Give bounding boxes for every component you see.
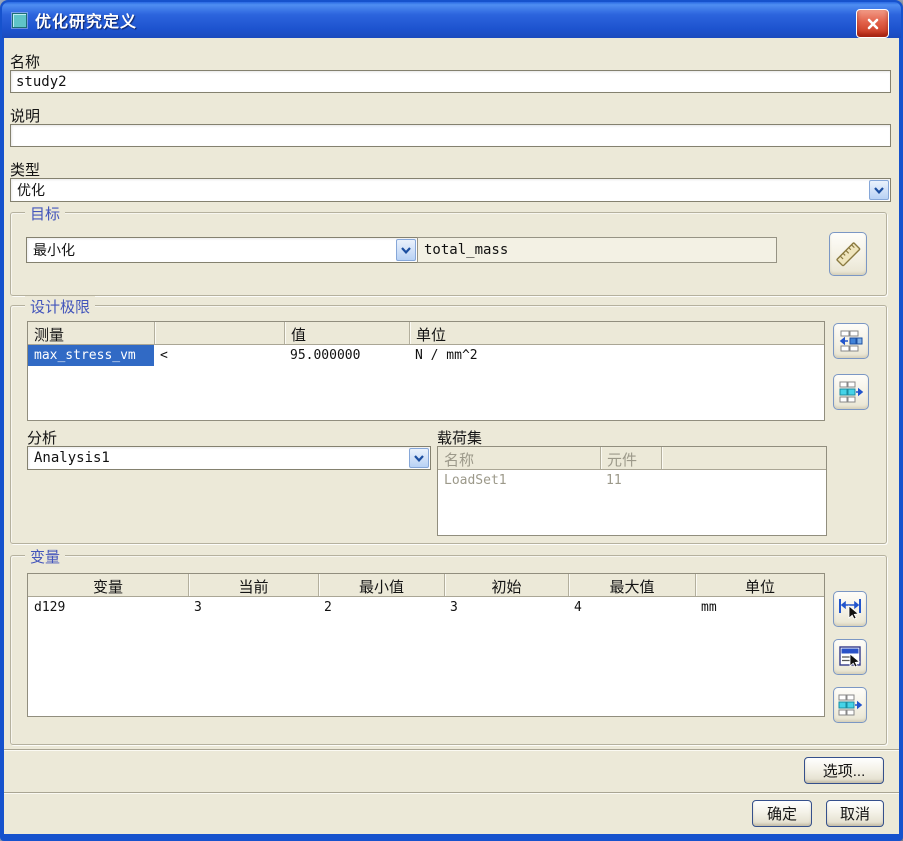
loadset-header: 名称 元件 xyxy=(438,447,826,470)
chevron-down-icon[interactable] xyxy=(409,448,429,468)
unit-cell[interactable]: N / mm^2 xyxy=(409,345,824,366)
ruler-icon xyxy=(836,242,861,267)
close-icon xyxy=(867,18,878,29)
select-from-list-button[interactable] xyxy=(833,639,867,675)
table-row[interactable]: d129 3 2 3 4 mm xyxy=(28,597,824,618)
minimum-cell[interactable]: 2 xyxy=(318,597,444,618)
variable-unit-cell[interactable]: mm xyxy=(695,597,824,618)
current-cell[interactable]: 3 xyxy=(188,597,318,618)
column-header-variable[interactable]: 变量 xyxy=(28,574,188,596)
column-header-blank xyxy=(661,447,826,469)
column-header-initial[interactable]: 初始 xyxy=(444,574,568,596)
loadset-table: 名称 元件 LoadSet1 11 xyxy=(437,446,827,536)
initial-cell[interactable]: 3 xyxy=(444,597,568,618)
select-measure-button[interactable] xyxy=(829,232,867,276)
window-frame: 优化研究定义 名称 说明 类型 优化 xyxy=(0,0,903,841)
chevron-down-icon[interactable] xyxy=(869,180,889,200)
column-header-measure[interactable]: 测量 xyxy=(28,322,154,344)
name-label: 名称 xyxy=(10,54,41,71)
loadset-components-cell: 11 xyxy=(606,473,622,488)
remove-row-icon xyxy=(839,381,864,403)
objective-combobox[interactable]: 最小化 xyxy=(26,237,418,263)
remove-row-icon xyxy=(838,694,863,716)
window-icon xyxy=(12,12,27,28)
loadset-label: 载荷集 xyxy=(437,430,483,447)
type-value: 优化 xyxy=(17,182,45,198)
variables-table: 变量 当前 最小值 初始 最大值 单位 d129 3 2 3 4 mm xyxy=(27,573,825,717)
select-from-list-icon xyxy=(839,646,861,668)
add-row-icon xyxy=(839,330,863,352)
column-header-value[interactable]: 值 xyxy=(284,322,409,344)
select-dimension-icon xyxy=(839,599,861,620)
table-row[interactable]: max_stress_vm < 95.000000 N / mm^2 xyxy=(28,345,824,366)
description-input[interactable] xyxy=(10,124,891,147)
remove-variable-button[interactable] xyxy=(833,687,867,723)
column-header-loadset-components: 元件 xyxy=(600,447,661,469)
column-header-unit[interactable]: 单位 xyxy=(695,574,824,596)
optimization-study-dialog: 优化研究定义 名称 说明 类型 优化 xyxy=(0,0,903,841)
variable-cell[interactable]: d129 xyxy=(28,597,188,618)
separator xyxy=(4,792,899,794)
variables-group-label: 变量 xyxy=(25,546,66,567)
description-label: 说明 xyxy=(10,108,41,125)
window-title: 优化研究定义 xyxy=(35,14,138,31)
name-input[interactable] xyxy=(10,70,891,93)
column-header-operator[interactable] xyxy=(154,322,284,344)
goal-group: 目标 最小化 total_mass xyxy=(10,203,887,296)
dialog-body: 名称 说明 类型 优化 目标 最小化 xyxy=(4,38,899,834)
maximum-cell[interactable]: 4 xyxy=(568,597,695,618)
type-combobox[interactable]: 优化 xyxy=(10,178,891,202)
design-limits-group-label: 设计极限 xyxy=(25,296,96,317)
loadset-name-cell: LoadSet1 xyxy=(444,473,507,488)
options-button[interactable]: 选项... xyxy=(804,757,884,784)
column-header-current[interactable]: 当前 xyxy=(188,574,318,596)
analysis-value: Analysis1 xyxy=(34,450,110,466)
analysis-label: 分析 xyxy=(27,430,58,447)
type-label: 类型 xyxy=(10,162,41,179)
selected-measure-cell[interactable]: max_stress_vm xyxy=(28,345,154,366)
separator xyxy=(4,749,899,751)
cancel-button[interactable]: 取消 xyxy=(826,800,884,827)
design-limits-table: 测量 值 单位 max_stress_vm < 95.000000 N / mm… xyxy=(27,321,825,421)
variables-header: 变量 当前 最小值 初始 最大值 单位 xyxy=(28,574,824,597)
ok-button[interactable]: 确定 xyxy=(752,800,812,827)
goal-group-label: 目标 xyxy=(25,203,66,224)
design-limits-group: 设计极限 测量 值 单位 max_stress_vm < 95.000000 N… xyxy=(10,296,887,544)
column-header-minimum[interactable]: 最小值 xyxy=(318,574,444,596)
goal-measure-field: total_mass xyxy=(417,237,777,263)
close-button[interactable] xyxy=(856,9,889,38)
column-header-loadset-name: 名称 xyxy=(444,452,475,469)
column-header-maximum[interactable]: 最大值 xyxy=(568,574,695,596)
title-bar[interactable]: 优化研究定义 xyxy=(2,2,901,38)
value-cell[interactable]: 95.000000 xyxy=(284,345,409,366)
add-limit-row-button[interactable] xyxy=(833,323,869,359)
objective-value: 最小化 xyxy=(33,242,75,258)
select-dimension-button[interactable] xyxy=(833,591,867,627)
table-row: LoadSet1 11 xyxy=(438,470,826,491)
operator-cell[interactable]: < xyxy=(154,345,284,366)
remove-limit-row-button[interactable] xyxy=(833,374,869,410)
column-header-unit[interactable]: 单位 xyxy=(409,322,824,344)
analysis-combobox[interactable]: Analysis1 xyxy=(27,446,431,470)
variables-group: 变量 变量 当前 最小值 初始 最大值 单位 d129 3 2 3 4 mm xyxy=(10,546,887,745)
chevron-down-icon[interactable] xyxy=(396,239,416,261)
design-limits-header: 测量 值 单位 xyxy=(28,322,824,345)
